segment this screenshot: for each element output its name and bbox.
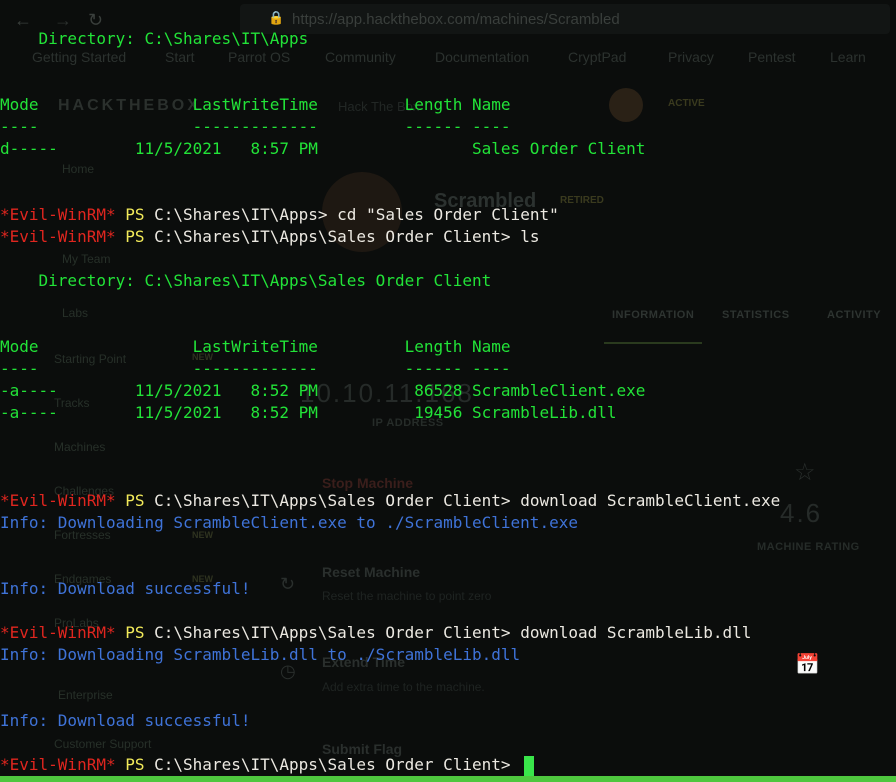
info-line: Info: Downloading ScrambleClient.exe to … — [0, 513, 578, 532]
ps-label: PS — [125, 623, 145, 642]
info-line: Info: Downloading ScrambleLib.dll to ./S… — [0, 645, 521, 664]
directory-heading: Directory: C:\Shares\IT\Apps\Sales Order… — [0, 271, 492, 290]
terminal-cursor[interactable] — [524, 755, 535, 776]
prompt-line: *Evil-WinRM* PS C:\Shares\IT\Apps\Sales … — [0, 226, 896, 248]
terminal-status-strip — [0, 776, 896, 782]
listing-row: -a---- 11/5/2021 8:52 PM 86528 ScrambleC… — [0, 381, 646, 400]
command-text: C:\Shares\IT\Apps\Sales Order Client> do… — [154, 623, 752, 642]
command-text: C:\Shares\IT\Apps\Sales Order Client> do… — [154, 491, 781, 510]
lock-icon: 🔒 — [268, 10, 285, 25]
terminal-window[interactable]: Directory: C:\Shares\IT\Apps Mode LastWr… — [0, 28, 896, 776]
info-line: Info: Download successful! — [0, 711, 251, 730]
command-text: C:\Shares\IT\Apps\Sales Order Client> — [154, 755, 521, 774]
command-text: C:\Shares\IT\Apps\Sales Order Client> ls — [154, 227, 540, 246]
shell-name: *Evil-WinRM* — [0, 755, 116, 774]
listing-header: Mode LastWriteTime Length Name — [0, 95, 511, 114]
listing-separator: ---- ------------- ------ ---- — [0, 117, 511, 136]
directory-heading: Directory: C:\Shares\IT\Apps — [0, 29, 309, 48]
listing-row: d----- 11/5/2021 8:57 PM Sales Order Cli… — [0, 139, 646, 158]
url-text[interactable]: https://app.hackthebox.com/machines/Scra… — [292, 11, 620, 28]
shell-name: *Evil-WinRM* — [0, 205, 116, 224]
command-text: C:\Shares\IT\Apps> cd "Sales Order Clien… — [154, 205, 559, 224]
shell-name: *Evil-WinRM* — [0, 623, 116, 642]
prompt-line: *Evil-WinRM* PS C:\Shares\IT\Apps> cd "S… — [0, 204, 896, 226]
prompt-line: *Evil-WinRM* PS C:\Shares\IT\Apps\Sales … — [0, 622, 896, 644]
listing-row: -a---- 11/5/2021 8:52 PM 19456 ScrambleL… — [0, 403, 617, 422]
info-line: Info: Download successful! — [0, 579, 251, 598]
listing-header: Mode LastWriteTime Length Name — [0, 337, 511, 356]
shell-name: *Evil-WinRM* — [0, 227, 116, 246]
ps-label: PS — [125, 755, 145, 774]
shell-name: *Evil-WinRM* — [0, 491, 116, 510]
ps-label: PS — [125, 491, 145, 510]
ps-label: PS — [125, 205, 145, 224]
prompt-line: *Evil-WinRM* PS C:\Shares\IT\Apps\Sales … — [0, 490, 896, 512]
listing-separator: ---- ------------- ------ ---- — [0, 359, 511, 378]
active-prompt-line[interactable]: *Evil-WinRM* PS C:\Shares\IT\Apps\Sales … — [0, 754, 896, 776]
ps-label: PS — [125, 227, 145, 246]
